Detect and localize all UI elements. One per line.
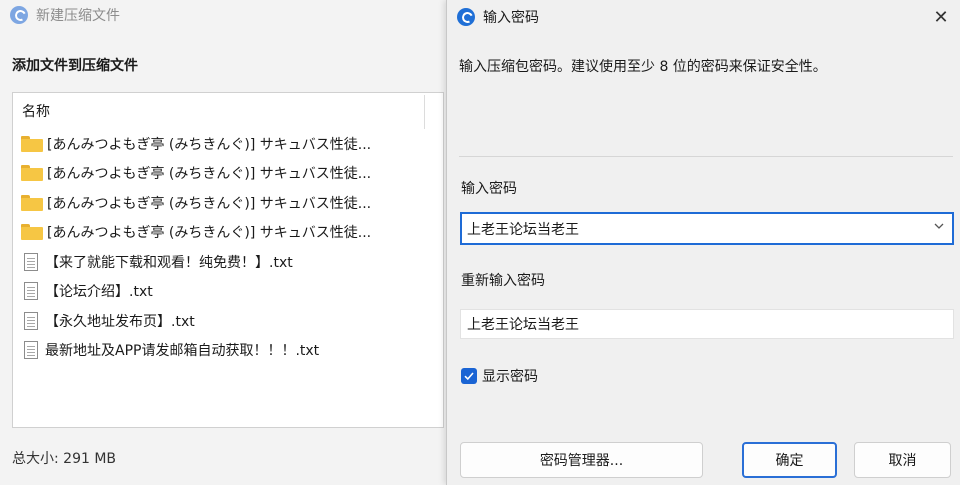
list-item-label: 【论坛介绍】.txt (45, 284, 153, 301)
dialog-titlebar[interactable]: 输入密码 (447, 0, 960, 34)
text-file-icon (24, 341, 38, 360)
confirm-password-field[interactable]: 上老王论坛当老王 (460, 309, 954, 339)
password-value: 上老王论坛当老王 (467, 221, 579, 238)
close-icon: ✕ (933, 6, 949, 28)
file-rows: [あんみつよもぎ亭 (みちきんぐ)] サキュバス性徒... [あんみつよもぎ亭 … (13, 129, 443, 365)
list-item-label: 最新地址及APP请发邮箱自动获取！！！.txt (45, 343, 320, 360)
list-item[interactable]: [あんみつよもぎ亭 (みちきんぐ)] サキュバス性徒... (13, 159, 443, 189)
text-file-icon (24, 252, 38, 271)
show-password-label: 显示密码 (482, 369, 538, 385)
password-dialog: 输入密码 ✕ 输入压缩包密码。建议使用至少 8 位的密码来保证安全性。 输入密码… (446, 0, 960, 485)
check-icon (464, 372, 474, 381)
list-item[interactable]: 【永久地址发布页】.txt (13, 306, 443, 336)
show-password-checkbox[interactable] (461, 368, 477, 384)
column-header-name[interactable]: 名称 (22, 101, 50, 121)
background-titlebar: 新建压缩文件 (0, 0, 450, 30)
list-item[interactable]: 【论坛介绍】.txt (13, 277, 443, 307)
list-item[interactable]: [あんみつよもぎ亭 (みちきんぐ)] サキュバス性徒... (13, 218, 443, 248)
list-item[interactable]: [あんみつよもぎ亭 (みちきんぐ)] サキュバス性徒... (13, 129, 443, 159)
folder-icon (21, 224, 43, 241)
list-item-label: [あんみつよもぎ亭 (みちきんぐ)] サキュバス性徒... (47, 166, 372, 183)
list-header: 名称 (13, 93, 443, 129)
confirm-password-label: 重新输入密码 (461, 273, 545, 289)
dialog-description: 输入压缩包密码。建议使用至少 8 位的密码来保证安全性。 (459, 59, 827, 75)
close-button[interactable]: ✕ (928, 4, 954, 30)
list-item-label: [あんみつよもぎ亭 (みちきんぐ)] サキュバス性徒... (47, 225, 372, 242)
password-manager-button[interactable]: 密码管理器... (460, 442, 703, 478)
list-item-label: [あんみつよもぎ亭 (みちきんぐ)] サキュバス性徒... (47, 136, 372, 153)
list-item[interactable]: 【来了就能下载和观看！纯免费！】.txt (13, 247, 443, 277)
confirm-password-value: 上老王论坛当老王 (467, 317, 579, 333)
list-item[interactable]: [あんみつよもぎ亭 (みちきんぐ)] サキュバス性徒... (13, 188, 443, 218)
folder-icon (21, 165, 43, 182)
password-combobox[interactable]: 上老王论坛当老王 (460, 212, 954, 245)
list-item-label: 【来了就能下载和观看！纯免费！】.txt (45, 254, 293, 271)
list-item-label: 【永久地址发布页】.txt (45, 313, 195, 330)
dialog-title: 输入密码 (483, 10, 539, 26)
password-label: 输入密码 (461, 181, 517, 197)
chevron-down-icon[interactable] (933, 220, 945, 236)
divider (459, 156, 953, 157)
text-file-icon (24, 311, 38, 330)
show-password-option[interactable]: 显示密码 (461, 366, 538, 386)
text-file-icon (24, 282, 38, 301)
app-icon (457, 8, 475, 26)
cancel-button[interactable]: 取消 (854, 442, 951, 478)
folder-icon (21, 194, 43, 211)
background-window-title: 新建压缩文件 (36, 8, 120, 24)
column-divider[interactable] (424, 95, 425, 129)
app-icon (10, 6, 28, 24)
background-heading: 添加文件到压缩文件 (12, 58, 138, 74)
folder-icon (21, 135, 43, 152)
total-size: 总大小: 291 MB (12, 451, 117, 467)
file-list[interactable]: 名称 [あんみつよもぎ亭 (みちきんぐ)] サキュバス性徒... [あんみつよも… (12, 92, 444, 428)
ok-button[interactable]: 确定 (742, 442, 837, 478)
list-item-label: [あんみつよもぎ亭 (みちきんぐ)] サキュバス性徒... (47, 195, 372, 212)
list-item[interactable]: 最新地址及APP请发邮箱自动获取！！！.txt (13, 336, 443, 366)
